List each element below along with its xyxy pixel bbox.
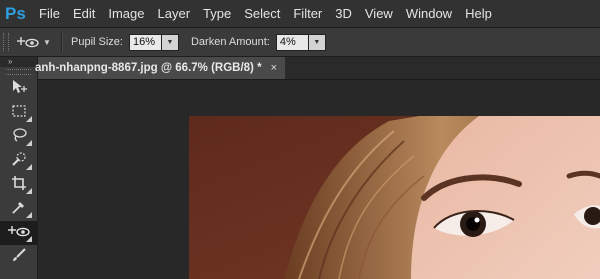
tools-panel-collapse[interactable]: »: [0, 57, 37, 67]
document-canvas-photo[interactable]: [189, 116, 600, 279]
marquee-icon: [11, 104, 27, 123]
darken-amount-input[interactable]: 4%: [275, 33, 309, 51]
tool-flyout-indicator: [26, 116, 32, 122]
photoshop-logo: Ps: [5, 3, 26, 23]
options-separator: [61, 32, 63, 52]
portrait-image: [189, 116, 600, 279]
menu-help[interactable]: Help: [465, 6, 492, 21]
tool-flyout-indicator: [26, 164, 32, 170]
chevron-down-icon[interactable]: ▼: [43, 38, 51, 47]
canvas-workspace: [38, 80, 600, 279]
chevron-down-icon[interactable]: ▼: [161, 33, 179, 51]
options-bar-grip[interactable]: [3, 33, 9, 51]
pupil-size-input[interactable]: 16%: [128, 33, 162, 51]
tool-flyout-indicator: [26, 140, 32, 146]
menu-image[interactable]: Image: [108, 6, 144, 21]
eyedropper-tool[interactable]: [0, 197, 37, 221]
menu-layer[interactable]: Layer: [158, 6, 191, 21]
darken-amount-field[interactable]: 4% ▼: [275, 33, 326, 51]
move-icon: [10, 79, 28, 100]
quick-selection-icon: [11, 151, 27, 172]
crop-tool[interactable]: [0, 173, 37, 197]
menu-filter[interactable]: Filter: [293, 6, 322, 21]
document-tab-bar: anh-nhanpng-8867.jpg @ 66.7% (RGB/8) * ×: [35, 57, 600, 80]
pupil-size-field[interactable]: 16% ▼: [128, 33, 179, 51]
lasso-tool[interactable]: [0, 125, 37, 149]
menu-window[interactable]: Window: [406, 6, 452, 21]
pupil-size-label: Pupil Size:: [71, 36, 123, 48]
darken-amount-label: Darken Amount:: [190, 36, 270, 48]
eyedropper-icon: [11, 199, 27, 220]
move-tool[interactable]: [0, 77, 37, 101]
tools-panel-grip[interactable]: [6, 69, 31, 75]
document-tab-title[interactable]: anh-nhanpng-8867.jpg @ 66.7% (RGB/8) *: [35, 62, 262, 74]
menu-type[interactable]: Type: [203, 6, 231, 21]
options-bar: ▼ Pupil Size: 16% ▼ Darken Amount: 4% ▼: [0, 28, 600, 57]
quick-selection-tool[interactable]: [0, 149, 37, 173]
lasso-icon: [11, 127, 27, 148]
brush-tool[interactable]: [0, 245, 37, 269]
red-eye-tool[interactable]: [0, 221, 37, 245]
menu-file[interactable]: File: [39, 6, 60, 21]
crop-icon: [11, 175, 27, 196]
tool-flyout-indicator: [26, 188, 32, 194]
menu-3d[interactable]: 3D: [335, 6, 352, 21]
tool-flyout-indicator: [26, 236, 32, 242]
brush-icon: [11, 247, 27, 268]
tool-preset-picker[interactable]: ▼: [17, 35, 57, 49]
tool-flyout-indicator: [26, 212, 32, 218]
chevron-down-icon[interactable]: ▼: [308, 33, 326, 51]
red-eye-icon: [17, 35, 39, 49]
marquee-tool[interactable]: [0, 101, 37, 125]
menu-bar: Ps File Edit Image Layer Type Select Fil…: [0, 0, 600, 28]
menu-select[interactable]: Select: [244, 6, 280, 21]
menu-view[interactable]: View: [365, 6, 393, 21]
document-tab[interactable]: anh-nhanpng-8867.jpg @ 66.7% (RGB/8) * ×: [35, 57, 285, 79]
tools-panel: »: [0, 57, 38, 279]
close-icon[interactable]: ×: [271, 62, 277, 74]
menu-edit[interactable]: Edit: [73, 6, 95, 21]
